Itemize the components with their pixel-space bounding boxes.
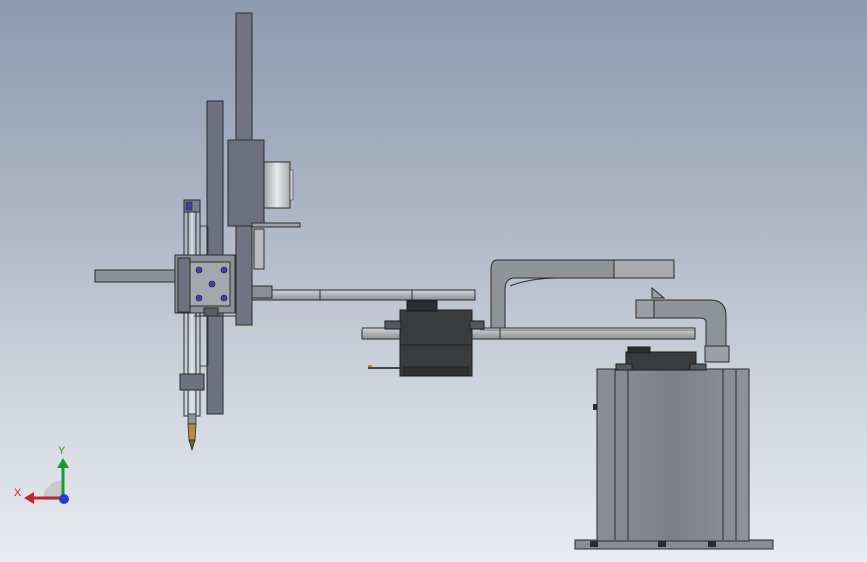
coordinate-triad: Y X xyxy=(14,445,69,504)
shaft-carriage[interactable] xyxy=(94,254,236,317)
cad-viewport[interactable]: Y X xyxy=(0,0,867,562)
x-axis-arrowhead xyxy=(24,492,34,504)
vertical-plate-assembly[interactable] xyxy=(206,12,301,415)
base-servo-housing[interactable] xyxy=(574,346,774,550)
robot-arm-model[interactable] xyxy=(0,0,867,562)
x-axis-label: X xyxy=(14,487,22,499)
tool-tip[interactable] xyxy=(187,413,197,452)
z-axis-dot xyxy=(59,494,69,504)
y-axis-label: Y xyxy=(58,445,66,457)
upper-arm-link[interactable] xyxy=(490,259,730,363)
y-axis-arrowhead xyxy=(57,458,69,468)
